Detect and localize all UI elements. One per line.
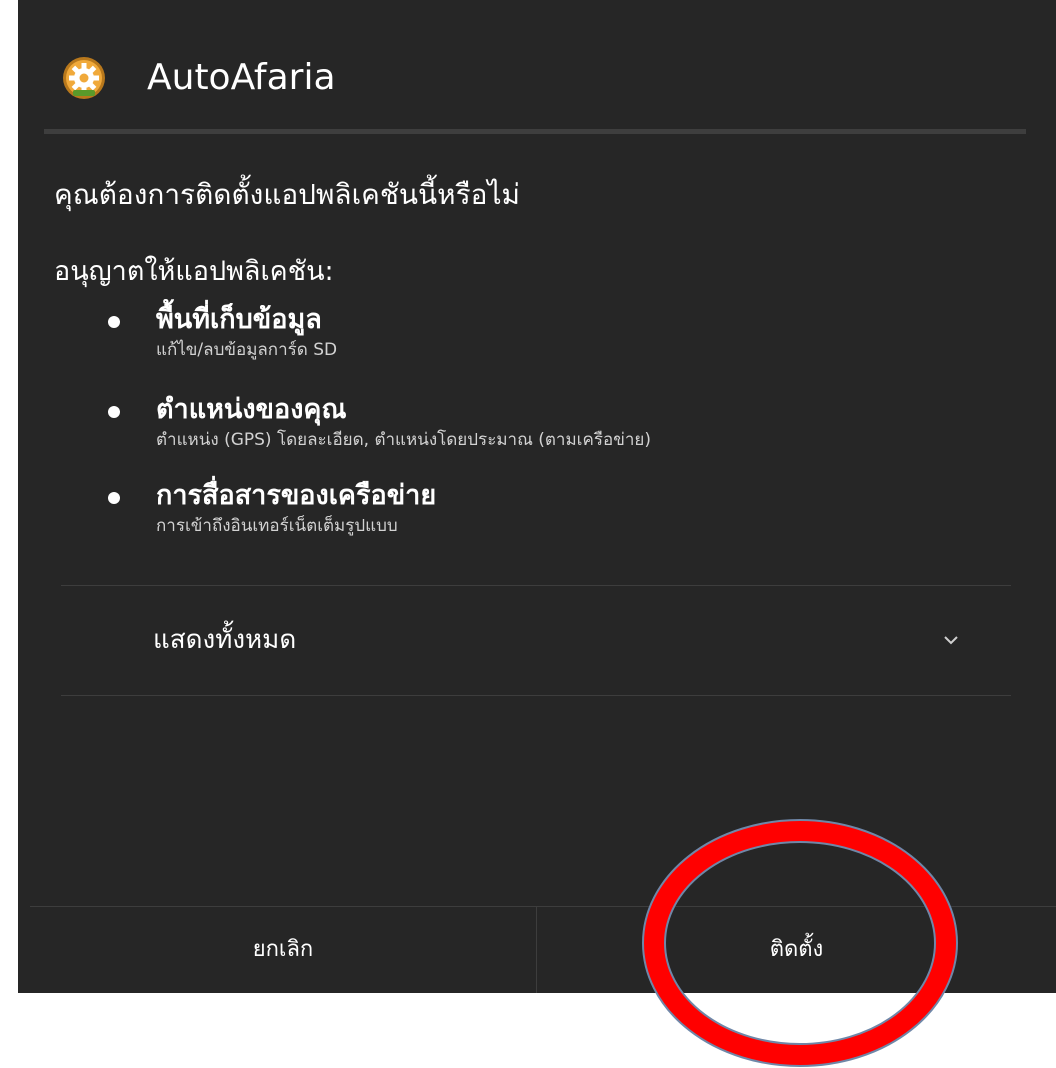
bullet-dot [108,316,120,328]
show-all-label: แสดงทั้งหมด [153,625,297,655]
show-all-toggle[interactable]: แสดงทั้งหมด [61,586,1011,694]
install-button[interactable]: ติดตั้ง [537,907,1056,993]
permission-item-location: ตำแหน่งของคุณ ตำแหน่ง (GPS) โดยละเอียด, … [108,392,1008,462]
chevron-down-icon [944,636,958,645]
bullet-dot [108,492,120,504]
bullet-dot [108,406,120,418]
permission-item-storage: พื้นที่เก็บข้อมูล แก้ไข/ลบข้อมูลการ์ด SD [108,302,1008,372]
permission-description: ตำแหน่ง (GPS) โดยละเอียด, ตำแหน่งโดยประม… [156,430,651,450]
permission-item-network: การสื่อสารของเครือข่าย การเข้าถึงอินเทอร… [108,478,1008,548]
permission-title: การสื่อสารของเครือข่าย [156,480,437,511]
app-title: AutoAfaria [147,57,336,98]
screenshot-page: AutoAfaria คุณต้องการติดตั้งแอปพลิเคชันน… [0,0,1056,1068]
install-question: คุณต้องการติดตั้งแอปพลิเคชันนี้หรือไม่ [54,178,521,211]
header-divider [44,129,1026,134]
permission-title: ตำแหน่งของคุณ [156,394,347,425]
permissions-label: อนุญาตให้แอปพลิเคชัน: [54,256,334,287]
divider [61,695,1011,696]
dialog-header: AutoAfaria [18,0,1056,134]
install-dialog: AutoAfaria คุณต้องการติดตั้งแอปพลิเคชันน… [18,0,1056,993]
permission-description: การเข้าถึงอินเทอร์เน็ตเต็มรูปแบบ [156,516,398,536]
cancel-button[interactable]: ยกเลิก [30,907,536,993]
app-gear-icon [63,57,105,99]
permission-title: พื้นที่เก็บข้อมูล [156,304,322,335]
permission-description: แก้ไข/ลบข้อมูลการ์ด SD [156,340,338,360]
